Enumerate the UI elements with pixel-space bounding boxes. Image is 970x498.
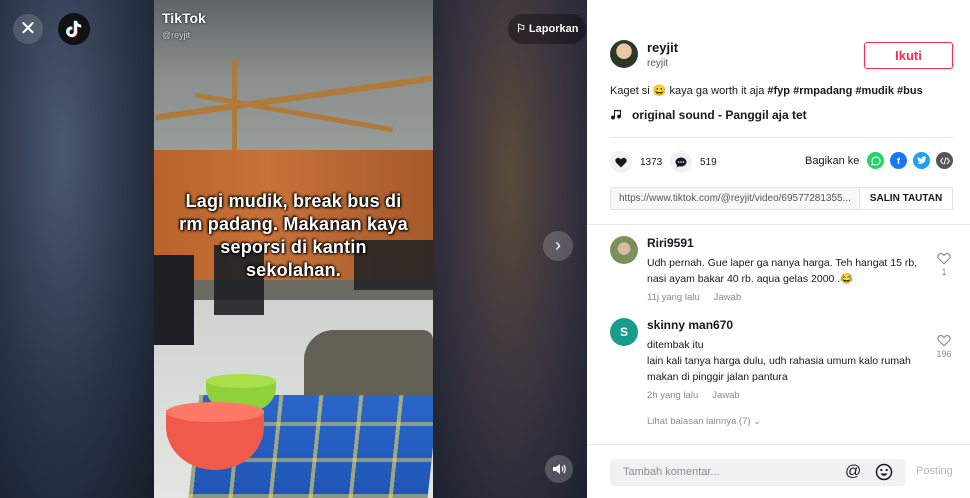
volume-button[interactable]	[545, 455, 573, 483]
commenter-avatar[interactable]	[610, 236, 638, 264]
share-label: Bagikan ke	[805, 155, 860, 167]
chevron-down-icon: ⌄	[753, 416, 762, 427]
mention-icon[interactable]: @	[845, 463, 861, 481]
comment-item: Riri9591 Udh pernah. Gue laper ga nanya …	[610, 236, 953, 308]
video-link-box: https://www.tiktok.com/@reyjit/video/695…	[610, 187, 953, 210]
reply-button[interactable]: Jawab	[712, 390, 739, 401]
report-label: Laporkan	[528, 23, 579, 35]
watermark-username: @reyjit	[162, 30, 191, 40]
tiktok-logo[interactable]	[58, 13, 90, 45]
comment-placeholder: Tambah komentar...	[623, 466, 720, 478]
heart-icon	[610, 151, 632, 173]
divider	[610, 137, 953, 138]
blurred-background-left	[0, 0, 154, 498]
hashtag-link[interactable]: #fyp	[767, 85, 790, 97]
emoji-icon[interactable]	[875, 463, 893, 481]
next-video-button[interactable]: ›	[543, 231, 573, 261]
hashtag-link[interactable]: #rmpadang	[793, 85, 852, 97]
speaker-icon	[553, 464, 566, 474]
music-note-icon	[611, 110, 622, 120]
comment-icon	[670, 151, 692, 173]
commenter-username[interactable]: skinny man670	[647, 318, 733, 332]
comment-stat[interactable]: 519	[670, 151, 717, 173]
facebook-icon[interactable]: f	[890, 152, 907, 169]
sound-link[interactable]: original sound - Panggil aja tet	[610, 108, 807, 122]
author-avatar[interactable]	[610, 40, 638, 68]
comment-text: Udh pernah. Gue laper ga nanya harga. Te…	[647, 257, 918, 285]
flag-icon: ⚐	[516, 23, 529, 35]
close-icon: ✕	[19, 18, 37, 40]
comment-meta: 2h yang lalu Jawab	[647, 390, 740, 401]
video-frame[interactable]: TikTok @reyjit Lagi mudik, break bus di …	[154, 0, 433, 498]
post-comment-button[interactable]: Posting	[916, 465, 953, 477]
comment-like-button[interactable]: 196	[935, 334, 953, 359]
reply-button[interactable]: Jawab	[714, 292, 741, 303]
comment-like-count: 196	[936, 349, 952, 359]
view-more-replies[interactable]: Lihat balasan lainnya (7) ⌄	[647, 416, 761, 427]
tiktok-watermark: TikTok	[162, 10, 206, 26]
comment-like-button[interactable]: 1	[935, 252, 953, 277]
whatsapp-icon[interactable]	[867, 152, 884, 169]
heart-outline-icon	[937, 252, 951, 265]
tiktok-icon	[66, 20, 82, 38]
commenter-username[interactable]: Riri9591	[647, 236, 694, 250]
like-stat[interactable]: 1373	[610, 151, 662, 173]
description-text: Kaget si 😀 kaya ga worth it aja	[610, 85, 765, 97]
copy-link-button[interactable]: SALIN TAUTAN	[859, 188, 952, 209]
like-count: 1373	[640, 156, 663, 168]
comment-time: 11j yang lalu	[647, 292, 700, 303]
comment-count: 519	[700, 156, 717, 168]
comment-like-count: 1	[941, 267, 947, 277]
comment-meta: 11j yang lalu Jawab	[647, 292, 741, 303]
embed-icon[interactable]	[936, 152, 953, 169]
heart-outline-icon	[937, 334, 951, 347]
video-link-url[interactable]: https://www.tiktok.com/@reyjit/video/695…	[619, 193, 854, 204]
twitter-icon[interactable]	[913, 152, 930, 169]
video-description: Kaget si 😀 kaya ga worth it aja #fyp #rm…	[610, 84, 923, 97]
follow-button[interactable]: Ikuti	[864, 42, 953, 69]
commenter-avatar[interactable]: S	[610, 318, 638, 346]
video-caption: Lagi mudik, break bus di rm padang. Maka…	[179, 191, 408, 280]
hashtag-link[interactable]: #mudik	[855, 85, 894, 97]
comment-input[interactable]: Tambah komentar... @	[610, 459, 905, 486]
comment-item: S skinny man670 ditembak itu lain kali t…	[610, 318, 953, 410]
comment-time: 2h yang lalu	[647, 390, 699, 401]
hashtag-link[interactable]: #bus	[897, 85, 923, 97]
sound-label: original sound - Panggil aja tet	[632, 108, 807, 122]
divider	[587, 224, 970, 225]
report-button[interactable]: ⚐ Laporkan	[508, 14, 587, 44]
details-panel: reyjit reyjit Ikuti Kaget si 😀 kaya ga w…	[587, 0, 970, 498]
video-player-area: TikTok @reyjit Lagi mudik, break bus di …	[0, 0, 587, 498]
chevron-right-icon: ›	[555, 235, 561, 255]
author-nickname[interactable]: reyjit	[647, 58, 668, 69]
close-button[interactable]: ✕	[13, 14, 43, 44]
author-username[interactable]: reyjit	[647, 40, 678, 55]
comment-bar: Tambah komentar... @ Posting	[587, 444, 970, 498]
more-replies-label: Lihat balasan lainnya (7)	[647, 416, 751, 427]
comment-text: ditembak itu lain kali tanya harga dulu,…	[647, 339, 911, 383]
